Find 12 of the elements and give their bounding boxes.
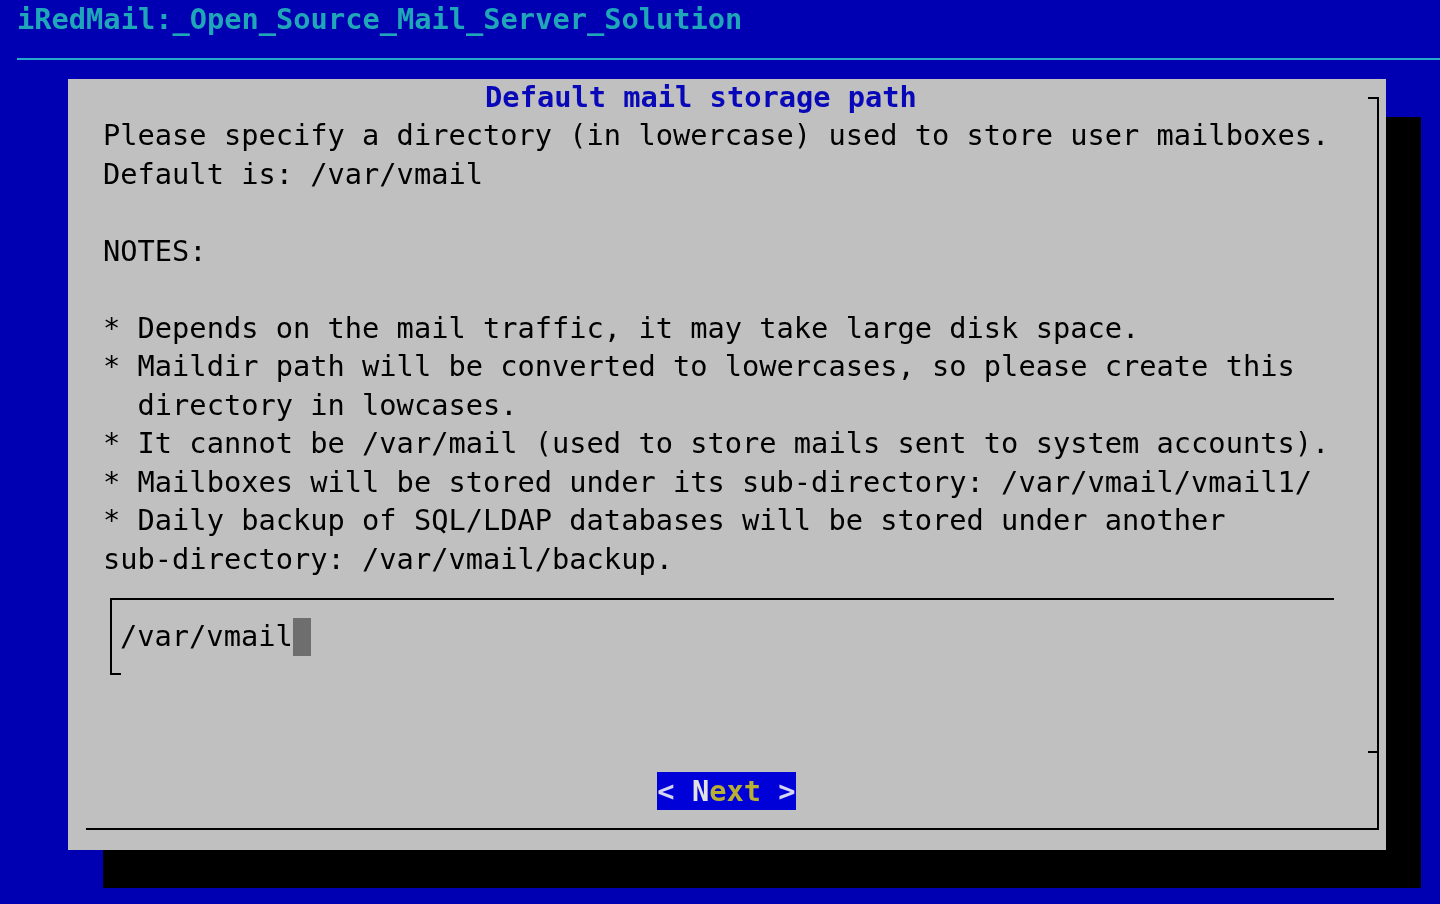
notes-heading: NOTES: [103, 233, 207, 268]
prompt-text: Please specify a directory (in lowercase) used to store user mailboxes. [103, 118, 1330, 153]
note-text: * Maildir path will be converted to lowercases, so please create this directory in lowcases. [103, 348, 1295, 424]
note-text: * Daily backup of SQL/LDAP databases will be stored under another sub-directory: /var/vmail/backup. [103, 502, 1226, 578]
note-text: * Depends on the mail traffic, it may take large disk space. [103, 309, 1140, 347]
dialog-title: Default mail storage path [485, 78, 917, 116]
prompt-text: Default is: /var/vmail [103, 156, 483, 191]
note-text: * Mailboxes will be stored under its sub-directory: /var/vmail/vmail1/ [103, 463, 1312, 501]
next-button[interactable]: < Next > [657, 772, 796, 811]
note-text: * It cannot be /var/mail (used to store mails sent to system accounts). [103, 425, 1330, 463]
app-title: iRedMail:_Open_Source_Mail_Server_Solution [17, 1, 743, 38]
input-field[interactable]: /var/vmail [110, 597, 1334, 675]
